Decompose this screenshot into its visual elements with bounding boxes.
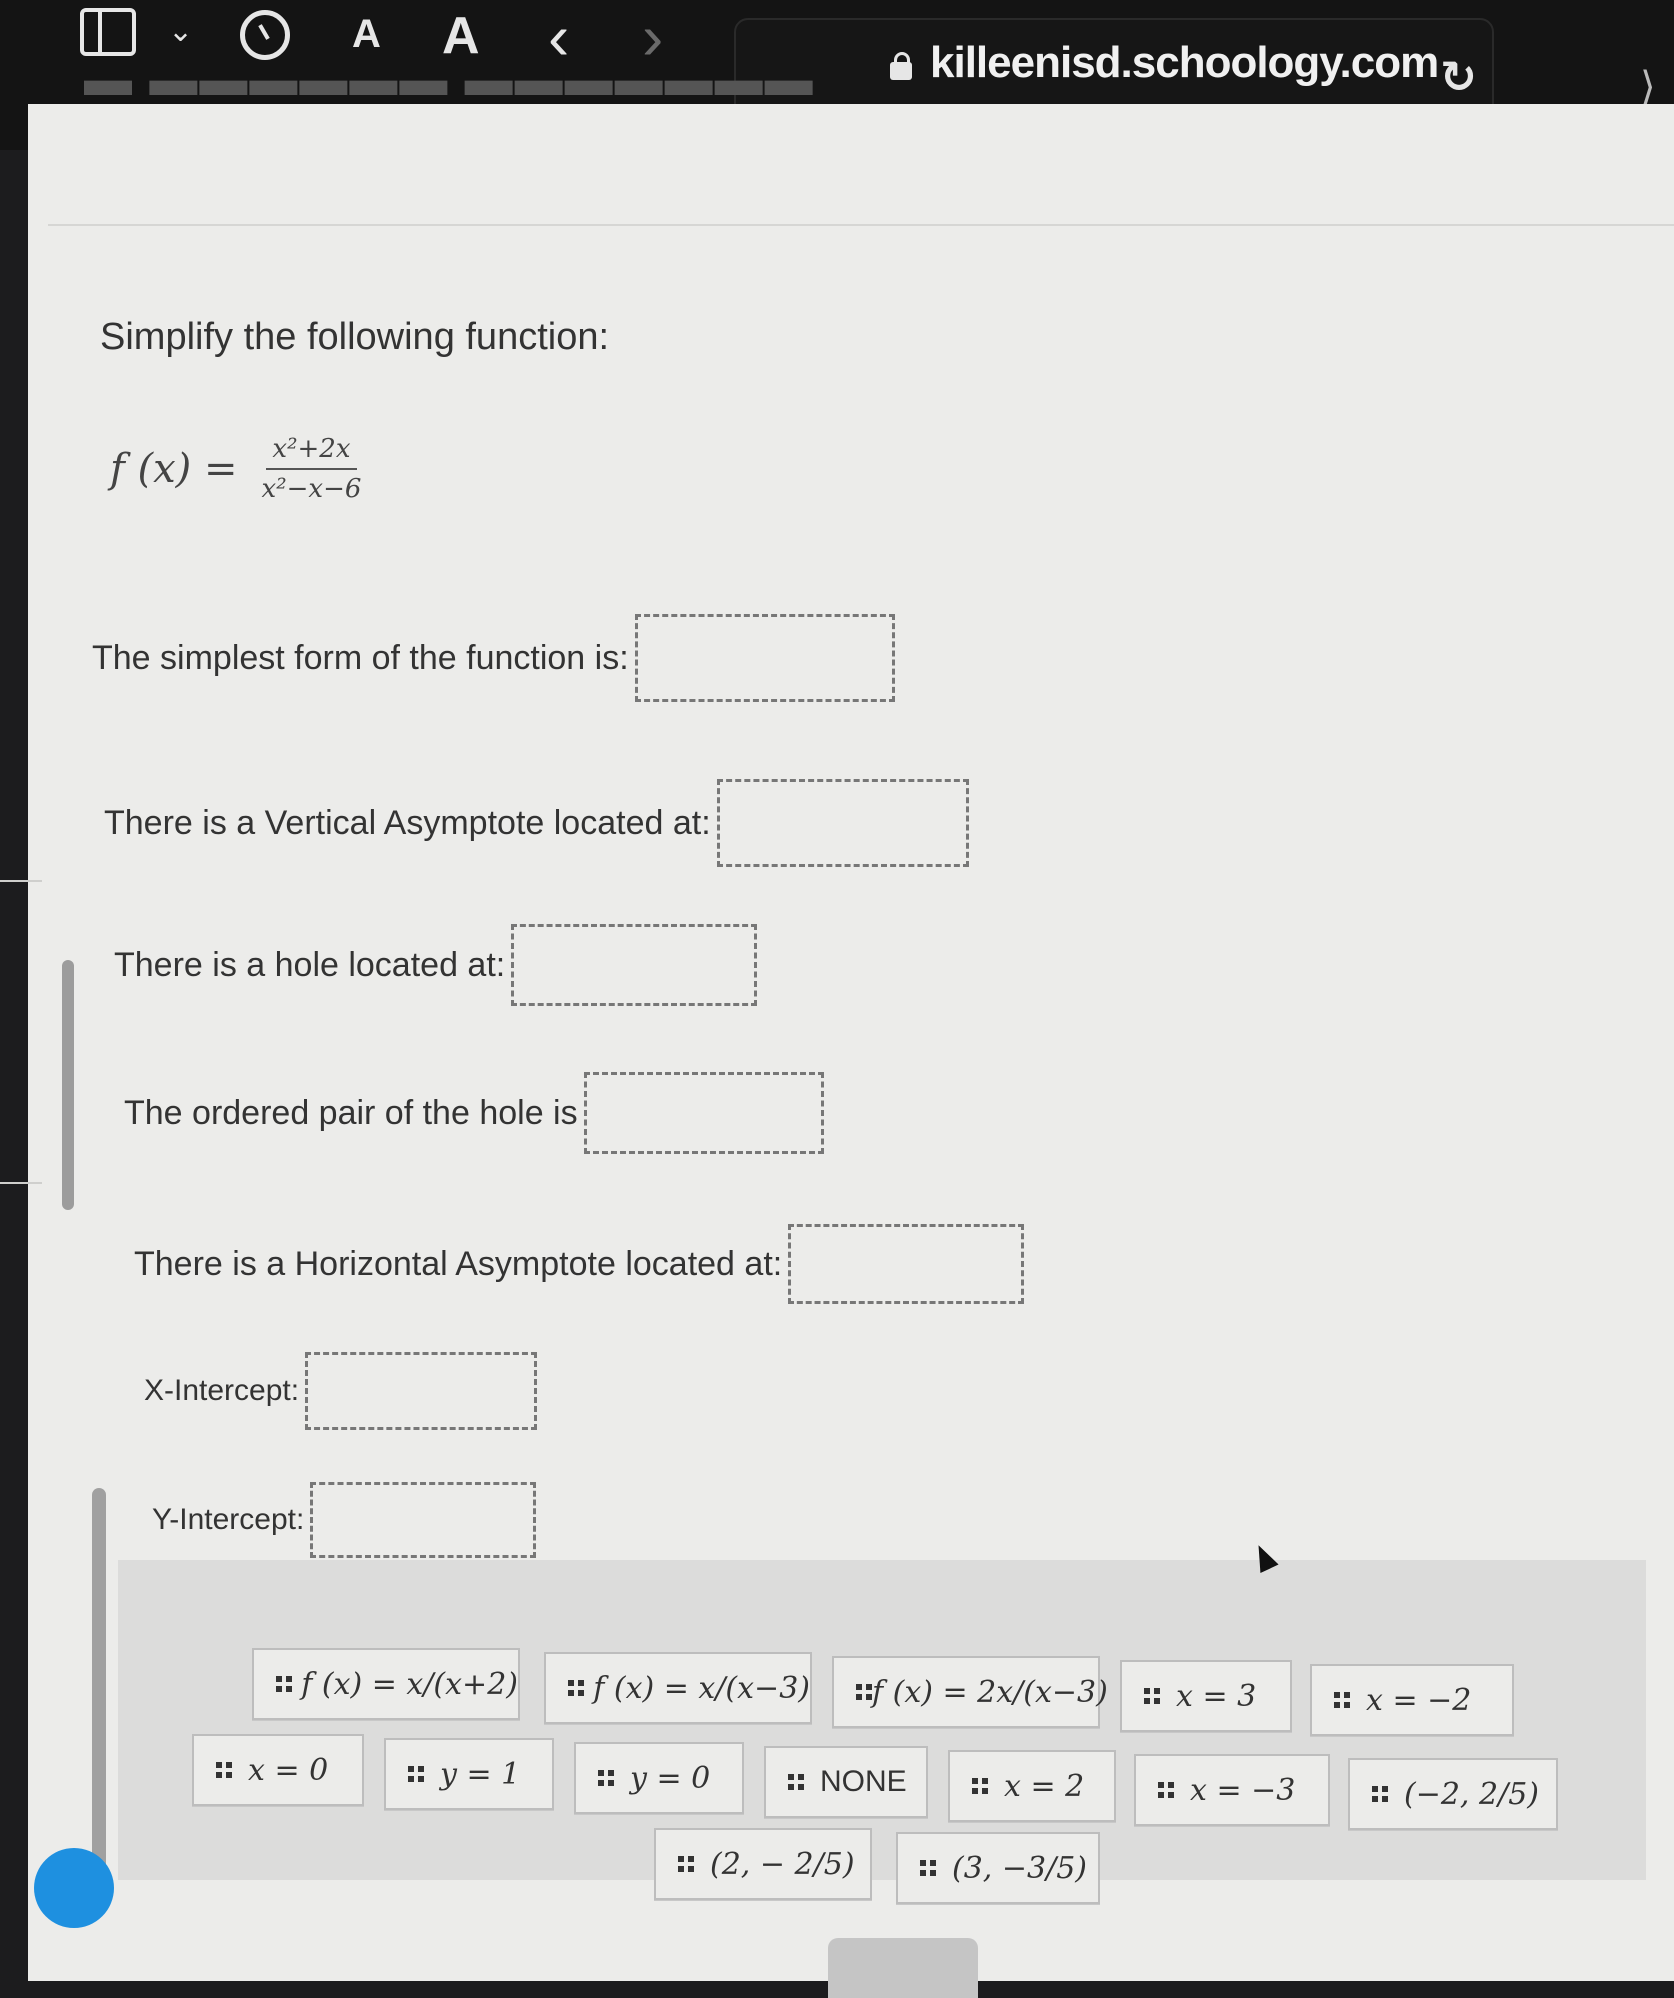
choice-chip[interactable]: (−2, 2/5) (1348, 1758, 1558, 1830)
prompt-label: There is a hole located at: (114, 945, 506, 984)
choice-chip[interactable]: (2, − 2/5) (654, 1828, 872, 1900)
reload-icon[interactable]: ↻ (1440, 52, 1477, 103)
left-panel-edge (0, 880, 42, 1184)
prompt-label: The ordered pair of the hole is (124, 1093, 578, 1132)
choice-chip[interactable]: y = 0 (574, 1742, 744, 1814)
prompt-label: There is a Vertical Asymptote located at… (104, 803, 711, 842)
drop-zone-x-intercept[interactable] (305, 1352, 538, 1430)
cut-off-heading: ▬ ▬▬▬▬▬▬ ▬▬▬▬▬▬▬ (84, 78, 815, 98)
choice-text: y = 1 (440, 1756, 521, 1792)
choice-text: f (x) = x/(x−3) (593, 1670, 810, 1706)
drag-handle-icon (568, 1680, 577, 1696)
function-denominator: x²−x−6 (261, 474, 362, 504)
increase-font-button[interactable]: A (442, 6, 480, 66)
answer-bank: f (x) = x/(x+2) f (x) = x/(x−3) f (x) = … (118, 1560, 1646, 1904)
drop-zone-y-intercept[interactable] (310, 1482, 537, 1558)
lock-icon (890, 52, 912, 80)
drag-handle-icon (1372, 1786, 1388, 1802)
prompt-x-intercept: X-Intercept: (144, 1352, 538, 1430)
function-lhs: f (x) = (110, 446, 238, 492)
choice-text: (2, − 2/5) (710, 1846, 855, 1882)
choice-text: x = 2 (1004, 1768, 1085, 1804)
choice-text: y = 0 (630, 1760, 711, 1796)
drag-handle-icon (920, 1860, 936, 1876)
choice-chip[interactable]: x = 0 (192, 1734, 364, 1806)
help-button[interactable] (34, 1848, 114, 1928)
drop-zone-simplest-form[interactable] (634, 614, 895, 702)
prompt-label: Y-Intercept: (152, 1503, 305, 1536)
history-icon[interactable] (240, 10, 290, 60)
choice-chip[interactable]: x = −2 (1310, 1664, 1514, 1736)
choice-chip[interactable]: (3, −3/5) (896, 1832, 1100, 1904)
forward-icon[interactable]: › (642, 0, 663, 74)
function-numerator: x²+2x (266, 434, 357, 470)
prompt-horizontal-asymptote: There is a Horizontal Asymptote located … (134, 1224, 1025, 1304)
function-fraction: x²+2x x²−x−6 (256, 434, 368, 504)
drop-zone-vertical-asymptote[interactable] (716, 779, 969, 867)
choice-text: x = 3 (1176, 1678, 1257, 1714)
choice-text: x = 0 (248, 1752, 329, 1788)
back-icon[interactable]: ‹ (548, 0, 569, 74)
divider (48, 224, 1674, 226)
choice-chip[interactable]: x = 2 (948, 1750, 1116, 1822)
scrollbar-handle[interactable] (62, 960, 74, 1210)
choice-text: (3, −3/5) (952, 1850, 1087, 1886)
question-instruction: Simplify the following function: (100, 316, 610, 358)
drop-zone-horizontal-asymptote[interactable] (788, 1224, 1025, 1304)
prompt-label: There is a Horizontal Asymptote located … (134, 1244, 783, 1283)
prompt-label: X-Intercept: (144, 1374, 300, 1407)
prompt-simplest-form: The simplest form of the function is: (92, 614, 895, 702)
prompt-y-intercept: Y-Intercept: (152, 1482, 537, 1558)
decrease-font-button[interactable]: A (352, 12, 381, 57)
drag-handle-icon (678, 1856, 694, 1872)
choice-chip[interactable]: x = −3 (1134, 1754, 1330, 1826)
drag-handle-icon (1144, 1688, 1160, 1704)
drag-handle-icon (788, 1774, 804, 1790)
choice-chip[interactable]: y = 1 (384, 1738, 554, 1810)
prompt-hole: There is a hole located at: (114, 924, 758, 1006)
choice-chip[interactable]: NONE (764, 1746, 928, 1818)
drop-zone-hole[interactable] (511, 924, 758, 1006)
drop-zone-hole-ordered-pair[interactable] (583, 1072, 824, 1154)
chevron-down-icon[interactable]: ⌄ (168, 14, 193, 49)
choice-chip[interactable]: f (x) = x/(x−3) (544, 1652, 812, 1724)
drag-handle-icon (972, 1778, 988, 1794)
choice-text: x = −3 (1190, 1772, 1296, 1808)
prompt-hole-ordered-pair: The ordered pair of the hole is (124, 1072, 824, 1154)
function-expression: f (x) = x²+2x x²−x−6 (110, 434, 367, 504)
drag-handle-icon (1158, 1782, 1174, 1798)
drag-handle-icon (216, 1762, 232, 1778)
choice-text: NONE (820, 1765, 907, 1798)
drag-handle-icon (408, 1766, 424, 1782)
sidebar-toggle-icon[interactable] (80, 8, 136, 56)
url-text[interactable]: killeenisd.schoology.com (930, 38, 1439, 88)
choice-text: f (x) = 2x/(x−3) (872, 1674, 1108, 1710)
drag-handle-icon (276, 1676, 285, 1692)
prompt-label: The simplest form of the function is: (92, 638, 629, 677)
bottom-toolbar-widget[interactable] (828, 1938, 978, 1998)
choice-text: x = −2 (1366, 1682, 1472, 1718)
drag-handle-icon (598, 1770, 614, 1786)
scrollbar-handle[interactable] (92, 1488, 106, 1908)
drag-handle-icon (1334, 1692, 1350, 1708)
choice-chip[interactable]: f (x) = 2x/(x−3) (832, 1656, 1108, 1728)
choice-chip[interactable]: x = 3 (1120, 1660, 1292, 1732)
choice-text: f (x) = x/(x+2) (301, 1666, 518, 1702)
prompt-vertical-asymptote: There is a Vertical Asymptote located at… (104, 779, 969, 867)
choice-chip[interactable]: f (x) = x/(x+2) (252, 1648, 520, 1720)
choice-text: (−2, 2/5) (1404, 1776, 1539, 1812)
